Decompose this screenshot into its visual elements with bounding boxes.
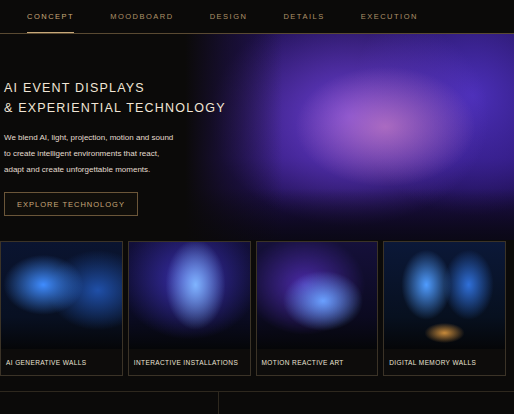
explore-button[interactable]: EXPLORE TECHNOLOGY <box>4 192 138 216</box>
text-line: to create intelligent environments that … <box>4 146 514 162</box>
hero-title: AI EVENT DISPLAYS& EXPERIENTIAL TECHNOLO… <box>4 78 514 118</box>
card-label: DIGITAL MEMORY WALLS <box>384 349 505 375</box>
top-nav: CONCEPT MOODBOARD DESIGN DETAILS EXECUTION <box>0 0 514 34</box>
page: CONCEPT MOODBOARD DESIGN DETAILS EXECUTION AI… <box>0 0 514 414</box>
text-line: We blend AI, light, projection, motion a… <box>4 130 514 146</box>
nav-item[interactable]: DETAILS <box>283 0 324 33</box>
nav-item[interactable]: CONCEPT <box>27 0 74 33</box>
card-image <box>129 242 250 349</box>
card-row: AI GENERATIVE WALLS INTERACTIVE INSTALLAT… <box>0 240 514 376</box>
title-line: & EXPERIENTIAL TECHNOLOGY <box>4 98 514 118</box>
footer-strip <box>0 391 514 414</box>
hero-text: We blend AI, light, projection, motion a… <box>4 130 514 178</box>
feature-card[interactable]: MOTION REACTIVE ART <box>256 241 379 376</box>
feature-card[interactable]: AI GENERATIVE WALLS <box>0 241 123 376</box>
card-image <box>257 242 378 349</box>
card-label: INTERACTIVE INSTALLATIONS <box>129 349 250 375</box>
card-label: AI GENERATIVE WALLS <box>1 349 122 375</box>
card-image <box>384 242 505 349</box>
card-image <box>1 242 122 349</box>
title-line: AI EVENT DISPLAYS <box>4 78 514 98</box>
text-line: adapt and create unforgettable moments. <box>4 162 514 178</box>
nav-item[interactable]: DESIGN <box>210 0 248 33</box>
nav-item[interactable]: MOODBOARD <box>110 0 174 33</box>
feature-card[interactable]: INTERACTIVE INSTALLATIONS <box>128 241 251 376</box>
hero: AI EVENT DISPLAYS& EXPERIENTIAL TECHNOLO… <box>0 34 514 240</box>
footer-cell <box>0 392 219 414</box>
card-label: MOTION REACTIVE ART <box>257 349 378 375</box>
footer-cell <box>219 392 514 414</box>
feature-card[interactable]: DIGITAL MEMORY WALLS <box>383 241 506 376</box>
nav-item[interactable]: EXECUTION <box>361 0 418 33</box>
